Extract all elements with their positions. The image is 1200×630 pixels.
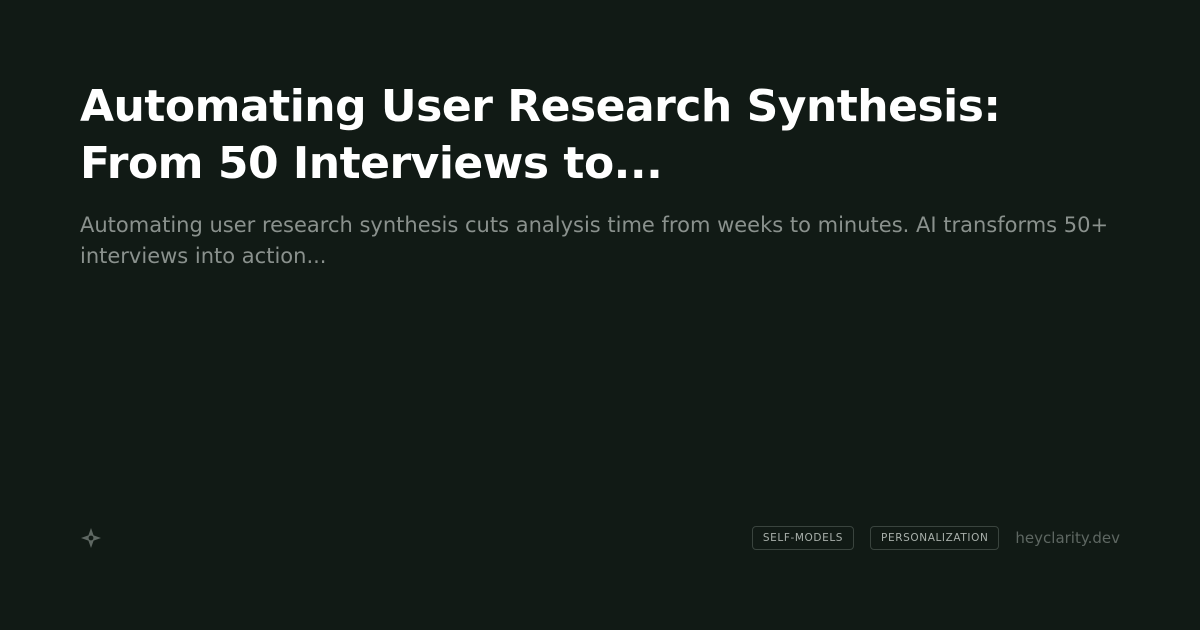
og-card: Automating User Research Synthesis: From…: [0, 0, 1200, 630]
sparkle-icon: [80, 527, 102, 549]
card-footer: SELF-MODELS PERSONALIZATION heyclarity.d…: [80, 524, 1120, 552]
site-domain: heyclarity.dev: [1015, 529, 1120, 547]
tag-self-models: SELF-MODELS: [751, 526, 855, 550]
footer-meta: SELF-MODELS PERSONALIZATION heyclarity.d…: [751, 526, 1120, 550]
tag-personalization: PERSONALIZATION: [870, 526, 1000, 550]
card-title: Automating User Research Synthesis: From…: [80, 81, 1001, 189]
card-description: Automating user research synthesis cuts …: [80, 213, 1109, 268]
